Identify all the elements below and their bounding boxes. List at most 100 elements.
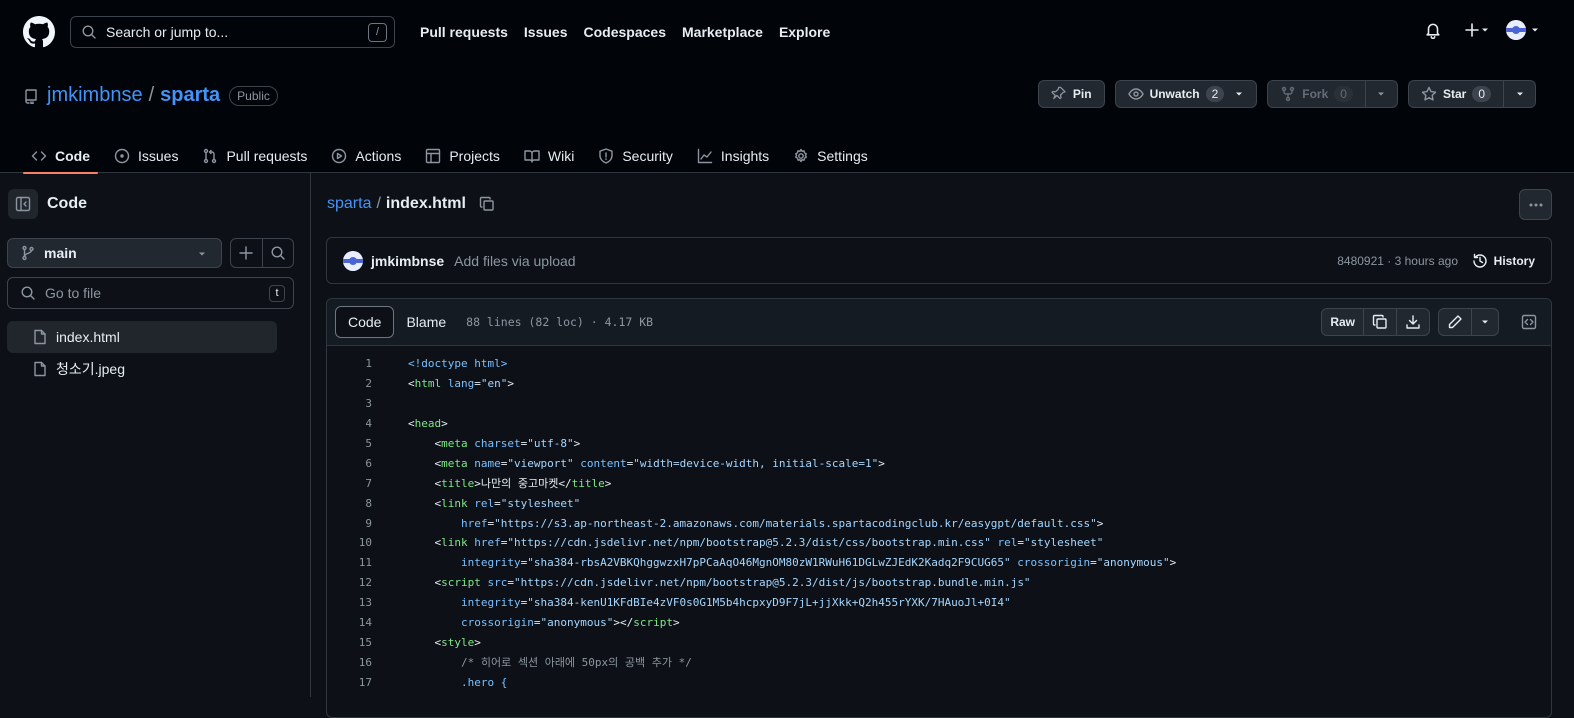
commit-sha-time[interactable]: 8480921 · 3 hours ago xyxy=(1337,254,1458,268)
line-content: <html lang="en"> xyxy=(408,377,514,391)
code-viewer: Code Blame 88 lines (82 loc) · 4.17 KB R… xyxy=(326,298,1552,718)
pin-button[interactable]: Pin xyxy=(1037,80,1105,108)
file-tree-sidebar: Code main Go to file t index.html 청소기.jp… xyxy=(0,173,311,697)
user-menu[interactable] xyxy=(1506,20,1540,40)
tab-actions[interactable]: Actions xyxy=(323,138,409,173)
history-button[interactable]: History xyxy=(1472,253,1535,269)
bell-icon[interactable] xyxy=(1424,21,1442,39)
line-number[interactable]: 2 xyxy=(327,377,372,390)
line-content: <!doctype html> xyxy=(408,357,508,371)
code-line: 3 xyxy=(327,394,1551,414)
tab-security[interactable]: Security xyxy=(590,138,681,173)
symbols-panel-button[interactable] xyxy=(1515,308,1543,336)
nav-issues[interactable]: Issues xyxy=(524,24,568,40)
tab-projects-label: Projects xyxy=(449,147,500,164)
line-number[interactable]: 9 xyxy=(327,517,372,530)
fork-dropdown[interactable] xyxy=(1364,81,1397,107)
go-to-file-input[interactable]: Go to file t xyxy=(7,277,294,309)
line-number[interactable]: 3 xyxy=(327,397,372,410)
commit-message-link[interactable]: Add files via upload xyxy=(454,253,575,269)
code-line: 16 /* 히어로 섹션 아래에 50px의 공백 추가 */ xyxy=(327,652,1551,672)
line-content: <meta charset="utf-8"> xyxy=(408,437,581,450)
pull-request-icon xyxy=(204,148,217,163)
line-number[interactable]: 4 xyxy=(327,417,372,430)
tab-wiki[interactable]: Wiki xyxy=(516,138,582,173)
code-line: 14 crossorigin="anonymous"></script> xyxy=(327,613,1551,633)
file-info: 88 lines (82 loc) · 4.17 KB xyxy=(466,315,654,329)
star-dropdown[interactable] xyxy=(1503,81,1535,107)
chevron-down-icon xyxy=(1236,92,1243,96)
line-number[interactable]: 11 xyxy=(327,556,372,569)
view-toggle: Code Blame xyxy=(335,306,458,338)
edit-button[interactable] xyxy=(1439,309,1471,335)
tab-issues[interactable]: Issues xyxy=(106,138,186,173)
eye-icon xyxy=(1127,88,1144,100)
line-number[interactable]: 5 xyxy=(327,437,372,450)
copy-path-icon[interactable] xyxy=(479,196,495,212)
tree-item-index-html[interactable]: index.html xyxy=(7,321,277,353)
code-line: 11 integrity="sha384-rbsA2VBKQhggwzxH7pP… xyxy=(327,553,1551,573)
line-number[interactable]: 13 xyxy=(327,596,372,609)
nav-pull-requests[interactable]: Pull requests xyxy=(420,24,508,40)
collapse-sidebar-button[interactable] xyxy=(8,189,38,219)
branch-selector[interactable]: main xyxy=(7,238,222,268)
add-file-button[interactable] xyxy=(231,239,262,267)
go-to-file-shortcut: t xyxy=(269,285,285,302)
breadcrumb-repo-link[interactable]: sparta xyxy=(327,195,371,213)
tree-item-jpeg[interactable]: 청소기.jpeg xyxy=(7,353,277,385)
more-options-button[interactable] xyxy=(1519,189,1552,220)
search-files-button[interactable] xyxy=(261,239,294,267)
line-number[interactable]: 1 xyxy=(327,357,372,370)
line-number[interactable]: 14 xyxy=(327,616,372,629)
line-content: crossorigin="anonymous"></script> xyxy=(460,616,680,630)
download-button[interactable] xyxy=(1396,309,1429,335)
repo-owner-link[interactable]: jmkimbnse xyxy=(47,84,143,107)
tab-code[interactable]: Code xyxy=(23,138,98,174)
github-logo-icon[interactable] xyxy=(23,16,55,48)
sidebar-header: Code xyxy=(8,189,87,219)
tab-insights[interactable]: Insights xyxy=(689,138,777,173)
tab-settings[interactable]: Settings xyxy=(785,138,876,173)
raw-button[interactable]: Raw xyxy=(1322,309,1363,335)
sidebar-collapse-icon xyxy=(15,196,31,212)
fork-label: Fork xyxy=(1302,87,1329,101)
nav-codespaces[interactable]: Codespaces xyxy=(584,24,666,40)
line-number[interactable]: 6 xyxy=(327,457,372,470)
tab-pull-requests[interactable]: Pull requests xyxy=(194,138,315,173)
global-header: Search or jump to... / Pull requests Iss… xyxy=(0,0,1574,64)
edit-dropdown[interactable] xyxy=(1471,309,1498,335)
fork-button[interactable]: Fork 0 xyxy=(1267,80,1398,108)
create-new-button[interactable] xyxy=(1464,22,1490,38)
line-content: <meta name="viewport" content="width=dev… xyxy=(408,456,885,470)
line-content: integrity="sha384-rbsA2VBKQhggwzxH7pPCaA… xyxy=(460,556,1177,570)
line-content: /* 히어로 섹션 아래에 50px의 공백 추가 */ xyxy=(460,656,692,670)
line-number[interactable]: 12 xyxy=(327,576,372,589)
copy-raw-button[interactable] xyxy=(1363,309,1396,335)
nav-marketplace[interactable]: Marketplace xyxy=(682,24,763,40)
line-number[interactable]: 17 xyxy=(327,676,372,689)
fork-icon xyxy=(1282,86,1295,102)
code-view-button[interactable]: Code xyxy=(335,306,395,338)
line-number[interactable]: 8 xyxy=(327,497,372,510)
blame-view-button[interactable]: Blame xyxy=(394,306,458,338)
avatar[interactable] xyxy=(343,250,363,271)
repo-actions: Pin Unwatch 2 Fork 0 Star 0 xyxy=(1037,80,1536,108)
line-number[interactable]: 16 xyxy=(327,656,372,669)
visibility-badge: Public xyxy=(229,85,278,106)
search-input[interactable]: Search or jump to... / xyxy=(70,16,395,48)
sidebar-tools xyxy=(230,238,294,268)
repo-name-link[interactable]: sparta xyxy=(160,84,220,107)
line-number[interactable]: 15 xyxy=(327,636,372,649)
line-number[interactable]: 7 xyxy=(327,477,372,490)
commit-author-link[interactable]: jmkimbnse xyxy=(371,253,444,269)
go-to-file-placeholder: Go to file xyxy=(45,285,102,301)
unwatch-button[interactable]: Unwatch 2 xyxy=(1114,80,1258,108)
nav-explore[interactable]: Explore xyxy=(779,24,830,40)
pin-icon xyxy=(1051,86,1066,100)
tab-projects[interactable]: Projects xyxy=(417,138,508,173)
star-button[interactable]: Star 0 xyxy=(1407,80,1536,108)
code-line: 13 integrity="sha384-kenU1KFdBIe4zVF0s0G… xyxy=(327,593,1551,613)
play-icon xyxy=(332,148,347,163)
search-shortcut-key: / xyxy=(368,23,387,42)
line-number[interactable]: 10 xyxy=(327,536,372,549)
